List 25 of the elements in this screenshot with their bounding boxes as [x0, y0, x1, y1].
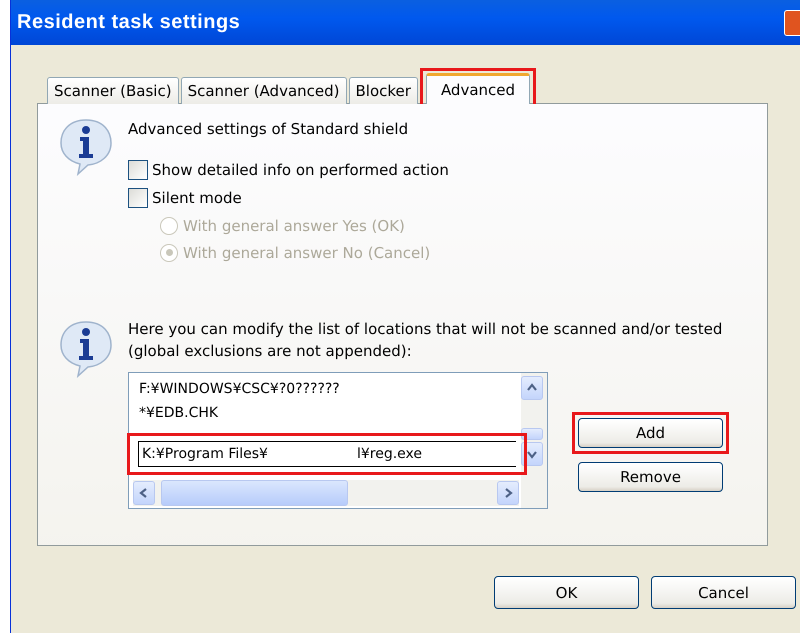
list-button[interactable]: Add [578, 418, 723, 448]
list-item[interactable]: *¥EDB.CHK [139, 401, 521, 425]
list-item[interactable]: F:¥WINDOWS¥CSC¥?0?????? [139, 377, 521, 401]
checkbox[interactable] [128, 188, 148, 208]
edit-field[interactable]: K:¥Program Files¥ l¥reg.exe [138, 441, 516, 467]
tab[interactable]: Advanced [426, 73, 530, 104]
scroll-right-button[interactable] [497, 481, 519, 505]
section-heading: Advanced settings of Standard shield [128, 120, 410, 138]
tab[interactable]: Blocker [348, 77, 418, 104]
scrollbar-thumb[interactable] [161, 480, 348, 506]
dialog-button[interactable]: Cancel [651, 576, 796, 609]
checkbox[interactable] [128, 160, 148, 180]
radio-label: With general answer Yes (OK) [183, 216, 405, 234]
scroll-up-button[interactable] [521, 376, 543, 400]
dialog-button[interactable]: OK [494, 576, 639, 609]
tab[interactable]: Scanner (Basic) [47, 77, 179, 104]
tab[interactable]: Scanner (Advanced) [180, 77, 346, 104]
window-title: Resident task settings [17, 11, 240, 34]
exclusion-list[interactable]: F:¥WINDOWS¥CSC¥?0?????? *¥EDB.CHK K:¥Program Files¥ l¥reg.exe [128, 372, 548, 509]
checkbox-label: Show detailed info on performed action [152, 161, 449, 179]
radio-label: With general answer No (Cancel) [183, 244, 430, 262]
description-text: Here you can modify the list of locations that will not be scanned and/or tested (global exclusions are not appended): [128, 319, 724, 362]
list-button[interactable]: Remove [578, 462, 723, 492]
scroll-left-button[interactable] [133, 481, 155, 505]
checkbox-label: Silent mode [152, 189, 242, 207]
